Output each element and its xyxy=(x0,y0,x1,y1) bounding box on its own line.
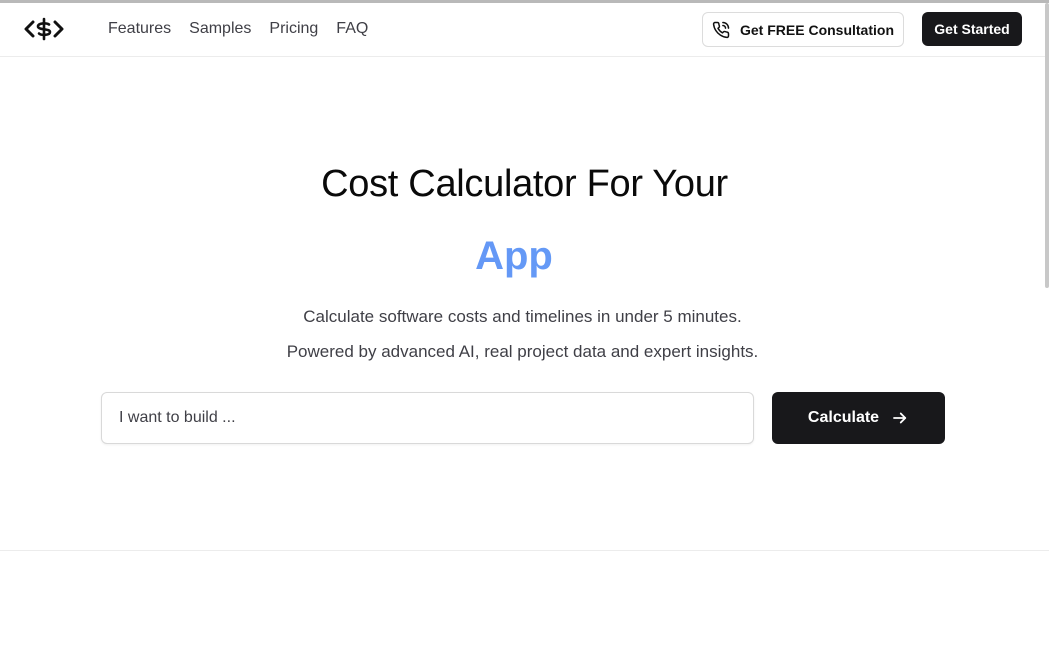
page-scrollbar[interactable] xyxy=(1045,3,1049,288)
get-started-button[interactable]: Get Started xyxy=(922,12,1022,46)
dollar-code-logo-icon xyxy=(24,17,64,41)
calculate-label: Calculate xyxy=(807,409,880,426)
build-input-container xyxy=(101,392,754,444)
hero-title: Cost Calculator For Your xyxy=(321,163,728,205)
nav-faq[interactable]: FAQ xyxy=(336,19,368,39)
hero-subtitle-line2: Powered by advanced AI, real project dat… xyxy=(286,342,759,361)
site-header: Features Samples Pricing FAQ Get FREE Co… xyxy=(0,3,1049,57)
build-description-input[interactable] xyxy=(102,393,753,443)
main-nav: Features Samples Pricing FAQ xyxy=(108,19,368,39)
arrow-right-icon xyxy=(893,412,907,424)
free-consultation-label: Get FREE Consultation xyxy=(740,21,894,38)
hero-subtitle-line1: Calculate software costs and timelines i… xyxy=(303,307,742,326)
section-divider xyxy=(0,550,1049,551)
calculate-button[interactable]: Calculate xyxy=(772,392,945,444)
hero-accent-word: App xyxy=(0,234,1028,279)
nav-features[interactable]: Features xyxy=(108,19,171,39)
free-consultation-button[interactable]: Get FREE Consultation xyxy=(702,12,904,47)
nav-samples[interactable]: Samples xyxy=(189,19,251,39)
get-started-label: Get Started xyxy=(934,21,1010,37)
phone-icon xyxy=(712,21,730,38)
brand-logo[interactable] xyxy=(24,15,64,43)
nav-pricing[interactable]: Pricing xyxy=(269,19,318,39)
